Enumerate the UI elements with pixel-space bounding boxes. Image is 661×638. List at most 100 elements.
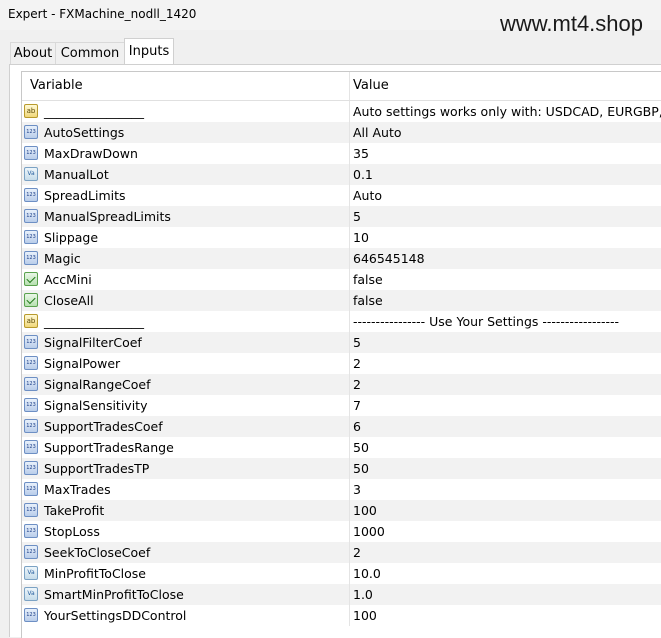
value-cell[interactable]: ---------------- Use Your Settings -----… (349, 311, 661, 332)
value-cell[interactable]: 50 (349, 458, 661, 479)
table-row[interactable]: SignalPower 2 (22, 353, 661, 374)
table-row[interactable]: MaxDrawDown 35 (22, 143, 661, 164)
column-header-variable[interactable]: Variable (30, 72, 83, 100)
value-cell[interactable]: 7 (349, 395, 661, 416)
value-cell[interactable]: All Auto (349, 122, 661, 143)
table-row[interactable]: SupportTradesTP 50 (22, 458, 661, 479)
variable-value: 1.0 (353, 587, 373, 602)
variable-cell[interactable]: ________________ (22, 101, 349, 122)
variable-value: Auto settings works only with: USDCAD, E… (353, 104, 661, 119)
value-cell[interactable]: 5 (349, 332, 661, 353)
variable-cell[interactable]: SupportTradesCoef (22, 416, 349, 437)
variable-cell[interactable]: SmartMinProfitToClose (22, 584, 349, 605)
table-row[interactable]: SignalSensitivity 7 (22, 395, 661, 416)
tab-common[interactable]: Common (55, 42, 125, 64)
value-cell[interactable]: false (349, 269, 661, 290)
variable-cell[interactable]: ManualLot (22, 164, 349, 185)
double-icon (24, 167, 38, 181)
value-cell[interactable]: 10.0 (349, 563, 661, 584)
value-cell[interactable]: 50 (349, 437, 661, 458)
column-header-value[interactable]: Value (353, 72, 389, 100)
value-cell[interactable]: Auto (349, 185, 661, 206)
variable-cell[interactable]: StopLoss (22, 521, 349, 542)
variable-cell[interactable]: SignalSensitivity (22, 395, 349, 416)
variable-value: 0.1 (353, 167, 373, 182)
table-row[interactable]: ManualSpreadLimits 5 (22, 206, 661, 227)
variable-cell[interactable]: Slippage (22, 227, 349, 248)
table-row[interactable]: SeekToCloseCoef 2 (22, 542, 661, 563)
variable-cell[interactable]: MaxDrawDown (22, 143, 349, 164)
value-cell[interactable]: 6 (349, 416, 661, 437)
variable-value: 646545148 (353, 251, 425, 266)
variable-cell[interactable]: SupportTradesRange (22, 437, 349, 458)
variable-cell[interactable]: SignalRangeCoef (22, 374, 349, 395)
table-row[interactable]: AutoSettings All Auto (22, 122, 661, 143)
value-cell[interactable]: 2 (349, 374, 661, 395)
variable-cell[interactable]: SignalPower (22, 353, 349, 374)
variable-value: 3 (353, 482, 361, 497)
table-row[interactable]: SmartMinProfitToClose 1.0 (22, 584, 661, 605)
table-row[interactable]: MaxTrades 3 (22, 479, 661, 500)
table-row[interactable]: SignalFilterCoef 5 (22, 332, 661, 353)
value-cell[interactable]: 646545148 (349, 248, 661, 269)
variable-name: MaxDrawDown (44, 146, 138, 161)
value-cell[interactable]: 1000 (349, 521, 661, 542)
grid-rows: ________________ Auto settings works only… (22, 101, 661, 626)
integer-icon (24, 482, 38, 496)
value-cell[interactable]: 5 (349, 206, 661, 227)
variable-value: 10.0 (353, 566, 381, 581)
value-cell[interactable]: 2 (349, 353, 661, 374)
variable-cell[interactable]: SpreadLimits (22, 185, 349, 206)
value-cell[interactable]: 2 (349, 542, 661, 563)
variable-cell[interactable]: MaxTrades (22, 479, 349, 500)
value-cell[interactable]: 10 (349, 227, 661, 248)
variable-cell[interactable]: YourSettingsDDControl (22, 605, 349, 626)
table-row[interactable]: TakeProfit 100 (22, 500, 661, 521)
variable-name: SignalSensitivity (44, 398, 148, 413)
table-row[interactable]: MinProfitToClose 10.0 (22, 563, 661, 584)
value-cell[interactable]: 0.1 (349, 164, 661, 185)
table-row[interactable]: Magic 646545148 (22, 248, 661, 269)
table-row[interactable]: CloseAll false (22, 290, 661, 311)
table-row[interactable]: SpreadLimits Auto (22, 185, 661, 206)
table-row[interactable]: SupportTradesCoef 6 (22, 416, 661, 437)
column-divider[interactable] (349, 72, 350, 100)
value-cell[interactable]: false (349, 290, 661, 311)
variable-cell[interactable]: CloseAll (22, 290, 349, 311)
table-row[interactable]: YourSettingsDDControl 100 (22, 605, 661, 626)
variable-cell[interactable]: Magic (22, 248, 349, 269)
variable-cell[interactable]: SupportTradesTP (22, 458, 349, 479)
variable-cell[interactable]: AccMini (22, 269, 349, 290)
variable-cell[interactable]: ManualSpreadLimits (22, 206, 349, 227)
variable-cell[interactable]: MinProfitToClose (22, 563, 349, 584)
table-row[interactable]: SupportTradesRange 50 (22, 437, 661, 458)
table-row[interactable]: ________________ ---------------- Use You… (22, 311, 661, 332)
variable-value: 5 (353, 335, 361, 350)
variable-cell[interactable]: SeekToCloseCoef (22, 542, 349, 563)
variable-cell[interactable]: AutoSettings (22, 122, 349, 143)
table-row[interactable]: SignalRangeCoef 2 (22, 374, 661, 395)
double-icon (24, 587, 38, 601)
value-cell[interactable]: 1.0 (349, 584, 661, 605)
tab-inputs[interactable]: Inputs (124, 38, 174, 65)
variable-cell[interactable]: SignalFilterCoef (22, 332, 349, 353)
value-cell[interactable]: 35 (349, 143, 661, 164)
variable-name: MinProfitToClose (44, 566, 146, 581)
table-row[interactable]: ________________ Auto settings works only… (22, 101, 661, 122)
double-icon (24, 566, 38, 580)
value-cell[interactable]: 3 (349, 479, 661, 500)
variable-value: 1000 (353, 524, 385, 539)
integer-icon (24, 356, 38, 370)
variable-name: SupportTradesRange (44, 440, 174, 455)
variable-cell[interactable]: TakeProfit (22, 500, 349, 521)
value-cell[interactable]: 100 (349, 605, 661, 626)
value-cell[interactable]: 100 (349, 500, 661, 521)
table-row[interactable]: StopLoss 1000 (22, 521, 661, 542)
variable-cell[interactable]: ________________ (22, 311, 349, 332)
variable-value: 50 (353, 440, 369, 455)
table-row[interactable]: Slippage 10 (22, 227, 661, 248)
table-row[interactable]: AccMini false (22, 269, 661, 290)
table-row[interactable]: ManualLot 0.1 (22, 164, 661, 185)
tab-about[interactable]: About (10, 42, 56, 64)
value-cell[interactable]: Auto settings works only with: USDCAD, E… (349, 101, 661, 122)
